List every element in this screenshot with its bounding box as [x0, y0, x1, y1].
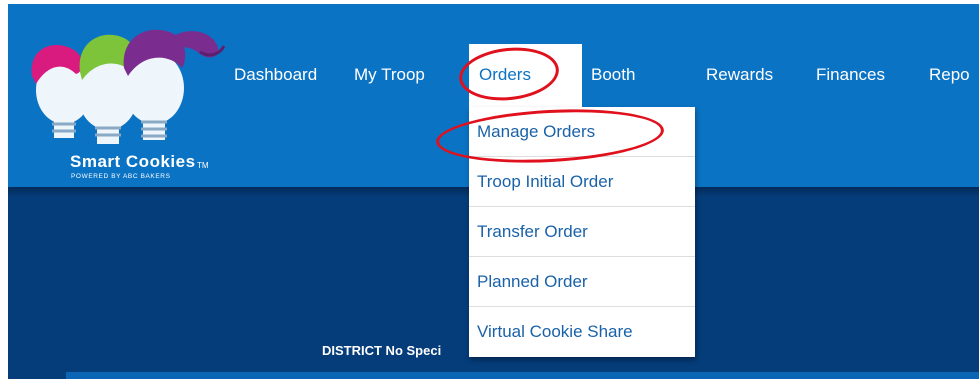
content-bar — [66, 372, 979, 379]
nav-dashboard[interactable]: Dashboard — [234, 65, 317, 85]
nav-finances[interactable]: Finances — [816, 65, 885, 85]
menu-item-manage-orders[interactable]: Manage Orders — [469, 107, 695, 157]
menu-item-planned-order[interactable]: Planned Order — [469, 257, 695, 307]
menu-item-transfer-order[interactable]: Transfer Order — [469, 207, 695, 257]
app-frame: Smart Cookies TM POWERED BY ABC BAKERS D… — [8, 4, 979, 379]
logo-trademark: TM — [197, 161, 209, 170]
nav-booth[interactable]: Booth — [591, 65, 635, 85]
logo-tagline: POWERED BY ABC BAKERS — [71, 173, 171, 180]
menu-item-virtual-cookie-share[interactable]: Virtual Cookie Share — [469, 307, 695, 357]
nav-reports[interactable]: Repo — [929, 65, 970, 85]
district-label: DISTRICT No Speci — [322, 343, 442, 358]
nav-orders[interactable]: Orders — [479, 65, 531, 85]
nav-rewards[interactable]: Rewards — [706, 65, 773, 85]
logo-wordmark: Smart Cookies — [70, 152, 196, 171]
menu-item-troop-initial-order[interactable]: Troop Initial Order — [469, 157, 695, 207]
orders-dropdown-menu: Manage Orders Troop Initial Order Transf… — [469, 107, 695, 357]
smart-cookies-logo[interactable]: Smart Cookies TM POWERED BY ABC BAKERS — [24, 14, 234, 180]
nav-my-troop[interactable]: My Troop — [354, 65, 425, 85]
